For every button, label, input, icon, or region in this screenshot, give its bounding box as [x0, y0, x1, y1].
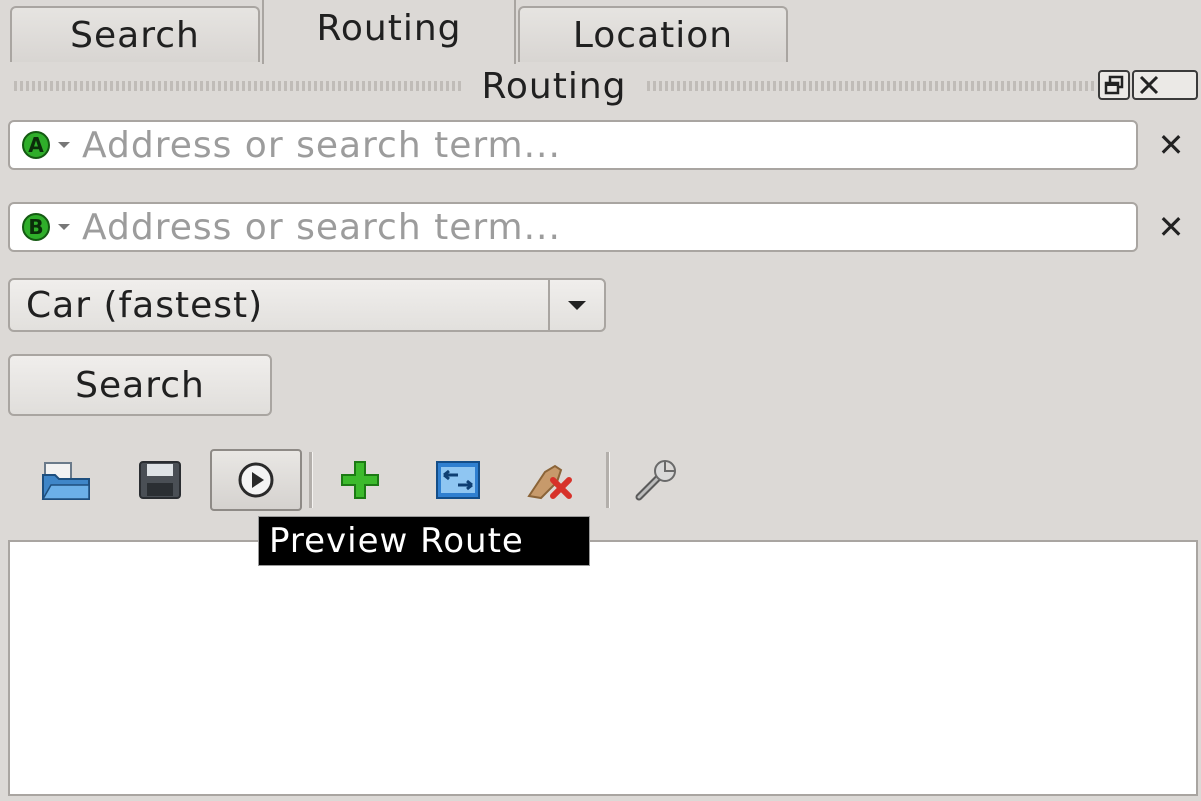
marker-a-letter: A	[28, 133, 44, 157]
tab-routing-label: Routing	[316, 8, 462, 49]
settings-wrench-icon	[635, 460, 676, 501]
preview-route-icon	[238, 462, 274, 498]
toolbar-separator	[606, 452, 610, 508]
dock-title: Routing	[481, 65, 627, 107]
dock-float-button[interactable]	[1098, 70, 1130, 100]
tab-search-label: Search	[70, 14, 200, 56]
dock-grip-right	[646, 81, 1094, 91]
to-address-input[interactable]	[80, 205, 1064, 249]
reverse-route-icon	[436, 461, 480, 499]
route-results-list[interactable]	[8, 540, 1198, 796]
routing-profile-select[interactable]: Car (fastest)	[8, 278, 606, 332]
add-via-point-icon	[341, 461, 379, 499]
tab-bar: Search Routing Location	[10, 0, 790, 64]
toolbar-separator	[309, 452, 313, 508]
preview-route-tooltip: Preview Route	[258, 516, 590, 566]
tab-location-label: Location	[572, 14, 734, 56]
close-icon	[1139, 75, 1159, 95]
save-route-icon	[139, 461, 181, 499]
add-via-point-button[interactable]	[330, 450, 390, 510]
dock-title-bar[interactable]: Routing	[14, 65, 1094, 107]
clear-x-icon: ✕	[1157, 208, 1185, 246]
tab-search[interactable]: Search	[10, 6, 260, 62]
marker-a-icon[interactable]: A	[22, 131, 50, 159]
clear-to-button[interactable]: ✕	[1154, 208, 1188, 246]
clear-x-icon: ✕	[1157, 126, 1185, 164]
open-route-button[interactable]	[36, 450, 96, 510]
combo-dropdown-button[interactable]	[548, 280, 604, 330]
preview-route-button[interactable]	[210, 449, 302, 511]
marker-b-icon[interactable]: B	[22, 213, 50, 241]
save-route-button[interactable]	[130, 450, 190, 510]
routing-panel: Search Routing Location Routing A Addres…	[0, 0, 1201, 801]
float-window-icon	[1104, 75, 1124, 95]
chevron-down-icon	[568, 300, 586, 310]
tab-routing[interactable]: Routing	[262, 0, 516, 64]
marker-a-dropdown-icon[interactable]	[58, 142, 70, 148]
clear-from-button[interactable]: ✕	[1154, 126, 1188, 164]
route-settings-button[interactable]	[626, 450, 686, 510]
from-address-input[interactable]	[80, 123, 1064, 167]
open-route-icon	[41, 462, 90, 500]
marker-b-letter: B	[28, 215, 44, 239]
dock-close-button[interactable]	[1132, 70, 1198, 100]
search-button[interactable]: Search	[8, 354, 272, 416]
marker-b-dropdown-icon[interactable]	[58, 224, 70, 230]
reverse-route-button[interactable]	[428, 450, 488, 510]
from-address-field[interactable]: A	[8, 120, 1138, 170]
clear-route-button[interactable]	[520, 450, 580, 510]
routing-profile-value: Car (fastest)	[26, 284, 264, 326]
dock-grip-left	[14, 81, 462, 91]
to-address-field[interactable]: B	[8, 202, 1138, 252]
tab-location[interactable]: Location	[518, 6, 788, 62]
clear-route-icon	[527, 464, 572, 500]
